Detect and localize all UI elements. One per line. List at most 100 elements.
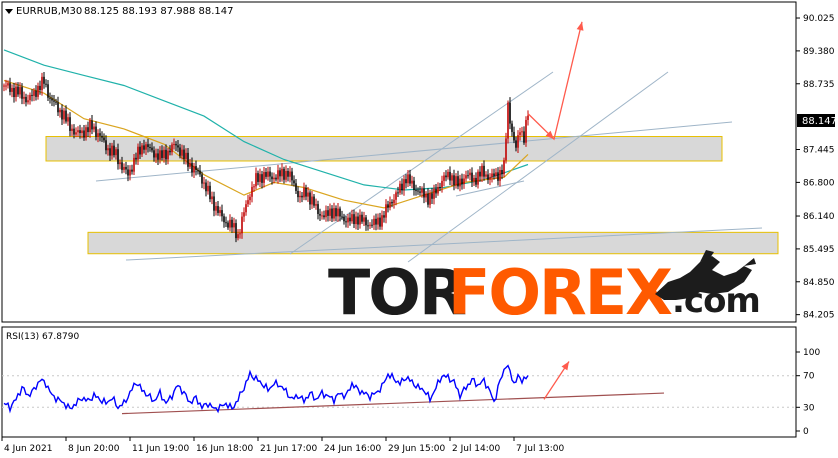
candle-body [31, 94, 33, 96]
candle-body [421, 188, 423, 193]
candle-body [179, 147, 181, 156]
candle-body [367, 225, 369, 227]
candle-body [121, 162, 123, 170]
candle-body [103, 137, 105, 141]
candle-body [453, 175, 455, 186]
candle-body [401, 183, 403, 191]
candle-body [515, 140, 517, 148]
candle-body [217, 206, 219, 213]
watermark-tor: TOR [328, 256, 466, 329]
candle-body [245, 204, 247, 213]
candle-body [255, 173, 257, 187]
candle-body [353, 214, 355, 225]
candle-body [141, 145, 143, 155]
candle-body [17, 86, 19, 95]
candle-body [195, 166, 197, 170]
candle-body [221, 210, 223, 217]
candle-body [471, 172, 473, 182]
candle-body [447, 171, 449, 178]
candle-body [111, 145, 113, 156]
candle-body [155, 153, 157, 158]
candle-body [265, 172, 267, 177]
candle-body [63, 110, 65, 120]
candle-body [183, 149, 185, 159]
candle-body [335, 208, 337, 217]
candle-body [475, 177, 477, 185]
candle-body [289, 171, 291, 177]
candle-body [101, 135, 103, 138]
candle-body [417, 190, 419, 192]
candle-body [27, 100, 29, 103]
time-tick-label: 29 Jun 15:00 [388, 444, 445, 454]
candle-body [309, 192, 311, 205]
candle-body [35, 90, 37, 97]
candle-body [349, 217, 351, 222]
candle-body [67, 117, 69, 122]
candle-body [55, 101, 57, 103]
candle-body [115, 149, 117, 156]
candle-body [313, 196, 315, 206]
candle-body [469, 172, 471, 176]
candle-body [113, 145, 115, 156]
candle-body [153, 150, 155, 158]
candle-body [439, 186, 441, 188]
candle-body [383, 215, 385, 218]
candle-body [399, 183, 401, 193]
candle-body [19, 87, 21, 95]
candle-body [437, 186, 439, 194]
candle-body [3, 85, 5, 87]
candle-body [361, 214, 363, 222]
candle-body [425, 193, 427, 198]
price-tick-label: 90.025 [803, 14, 835, 24]
candle-body [513, 131, 515, 141]
candle-body [329, 208, 331, 216]
candle-body [357, 216, 359, 225]
candle-body [317, 204, 319, 214]
candle-body [43, 76, 45, 84]
candle-body [119, 162, 121, 165]
candle-body [235, 223, 237, 239]
candle-body [231, 219, 233, 228]
candle-body [233, 223, 235, 228]
candle-body [339, 208, 341, 217]
candle-body [133, 157, 135, 172]
ohlc-label: 88.125 88.193 87.988 88.147 [84, 6, 234, 17]
candle-body [377, 217, 379, 225]
candle-body [467, 175, 469, 177]
candle-body [385, 204, 387, 218]
candle-body [159, 150, 161, 160]
candle-body [371, 224, 373, 226]
candle-body [83, 130, 85, 138]
time-axis: 4 Jun 2021 8 Jun 20:00 11 Jun 19:00 16 Jun … [1, 437, 565, 454]
candle-body [75, 132, 77, 135]
candle-body [109, 148, 111, 156]
candle-body [117, 149, 119, 165]
candle-body [449, 171, 451, 181]
candle-body [479, 171, 481, 177]
candle-body [127, 169, 129, 176]
candle-body [419, 191, 421, 193]
candle-body [355, 216, 357, 225]
time-tick-label: 7 Jul 13:00 [516, 444, 565, 454]
candle-body [481, 165, 483, 177]
candle-body [147, 144, 149, 148]
candle-body [451, 175, 453, 181]
candle-body [351, 214, 353, 222]
candle-body [131, 169, 133, 172]
time-tick-label: 11 Jun 19:00 [132, 444, 189, 454]
support-zone-1 [45, 136, 723, 162]
candle-body [443, 175, 445, 181]
candle-body [81, 130, 83, 134]
candle-body [271, 176, 273, 180]
candle-body [527, 115, 529, 120]
rsi-tick-label: 30 [803, 403, 815, 413]
candle-body [459, 178, 461, 187]
candle-body [325, 210, 327, 218]
candle-body [463, 178, 465, 184]
price-tick-label: 88.735 [803, 80, 835, 90]
candle-body [201, 174, 203, 184]
candle-body [197, 169, 199, 171]
candle-body [45, 83, 47, 85]
candle-body [409, 174, 411, 184]
candle-body [455, 176, 457, 186]
